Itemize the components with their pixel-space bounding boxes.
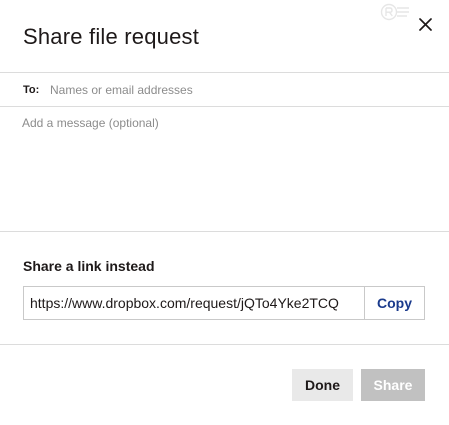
- close-icon: [418, 17, 432, 31]
- dialog-title: Share file request: [23, 24, 200, 49]
- divider-footer: [0, 344, 449, 345]
- divider-top: [0, 72, 449, 73]
- copy-link-button[interactable]: Copy: [364, 287, 424, 319]
- divider-message: [0, 231, 449, 232]
- recipients-input[interactable]: [50, 83, 420, 97]
- done-button[interactable]: Done: [292, 369, 353, 401]
- share-link-heading: Share a link instead: [23, 258, 155, 274]
- close-button[interactable]: [414, 13, 436, 35]
- divider-recipients: [0, 106, 449, 107]
- share-link-box: Copy: [23, 286, 425, 320]
- share-link-field[interactable]: [24, 287, 364, 319]
- message-textarea[interactable]: [22, 116, 432, 221]
- recipients-row: To:: [23, 80, 433, 100]
- share-file-request-dialog: Share file request To: Share a link inst…: [0, 0, 449, 425]
- watermark-logo-icon: [380, 3, 409, 21]
- recipients-label: To:: [23, 84, 40, 96]
- share-button[interactable]: Share: [361, 369, 425, 401]
